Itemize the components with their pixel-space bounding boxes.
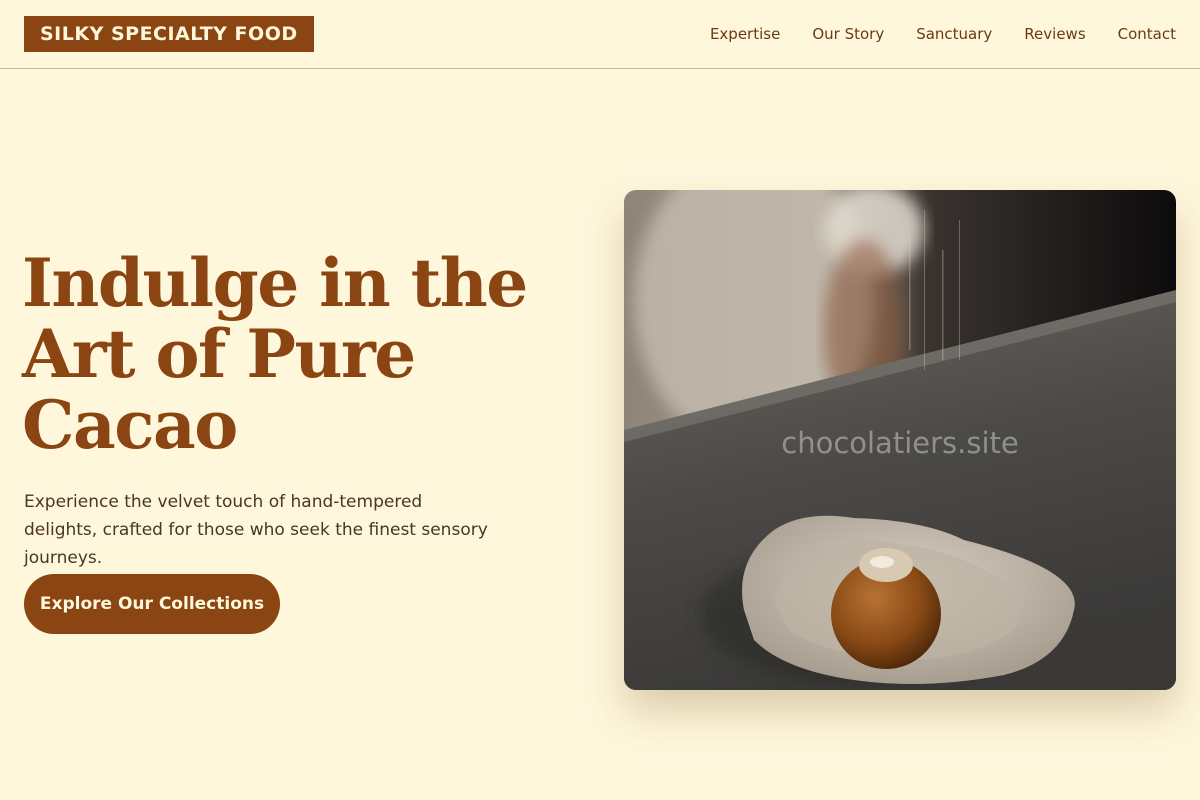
site-header: SILKY SPECIALTY FOOD Expertise Our Story…	[0, 0, 1200, 69]
nav-link-contact[interactable]: Contact	[1118, 25, 1176, 43]
main-nav: Expertise Our Story Sanctuary Reviews Co…	[710, 25, 1176, 43]
hero-image-chocolate-truffle: chocolatiers.site	[624, 190, 1176, 690]
hero-headline: Indulge in the Art of Pure Cacao	[22, 244, 528, 464]
nav-link-reviews[interactable]: Reviews	[1024, 25, 1085, 43]
nav-link-sanctuary[interactable]: Sanctuary	[916, 25, 992, 43]
image-watermark: chocolatiers.site	[781, 426, 1019, 460]
nav-link-our-story[interactable]: Our Story	[812, 25, 884, 43]
hero-subtext: Experience the velvet touch of hand-temp…	[24, 492, 488, 568]
nav-link-expertise[interactable]: Expertise	[710, 25, 780, 43]
brand-logo[interactable]: SILKY SPECIALTY FOOD	[24, 16, 314, 52]
explore-collections-button[interactable]: Explore Our Collections	[24, 574, 280, 634]
